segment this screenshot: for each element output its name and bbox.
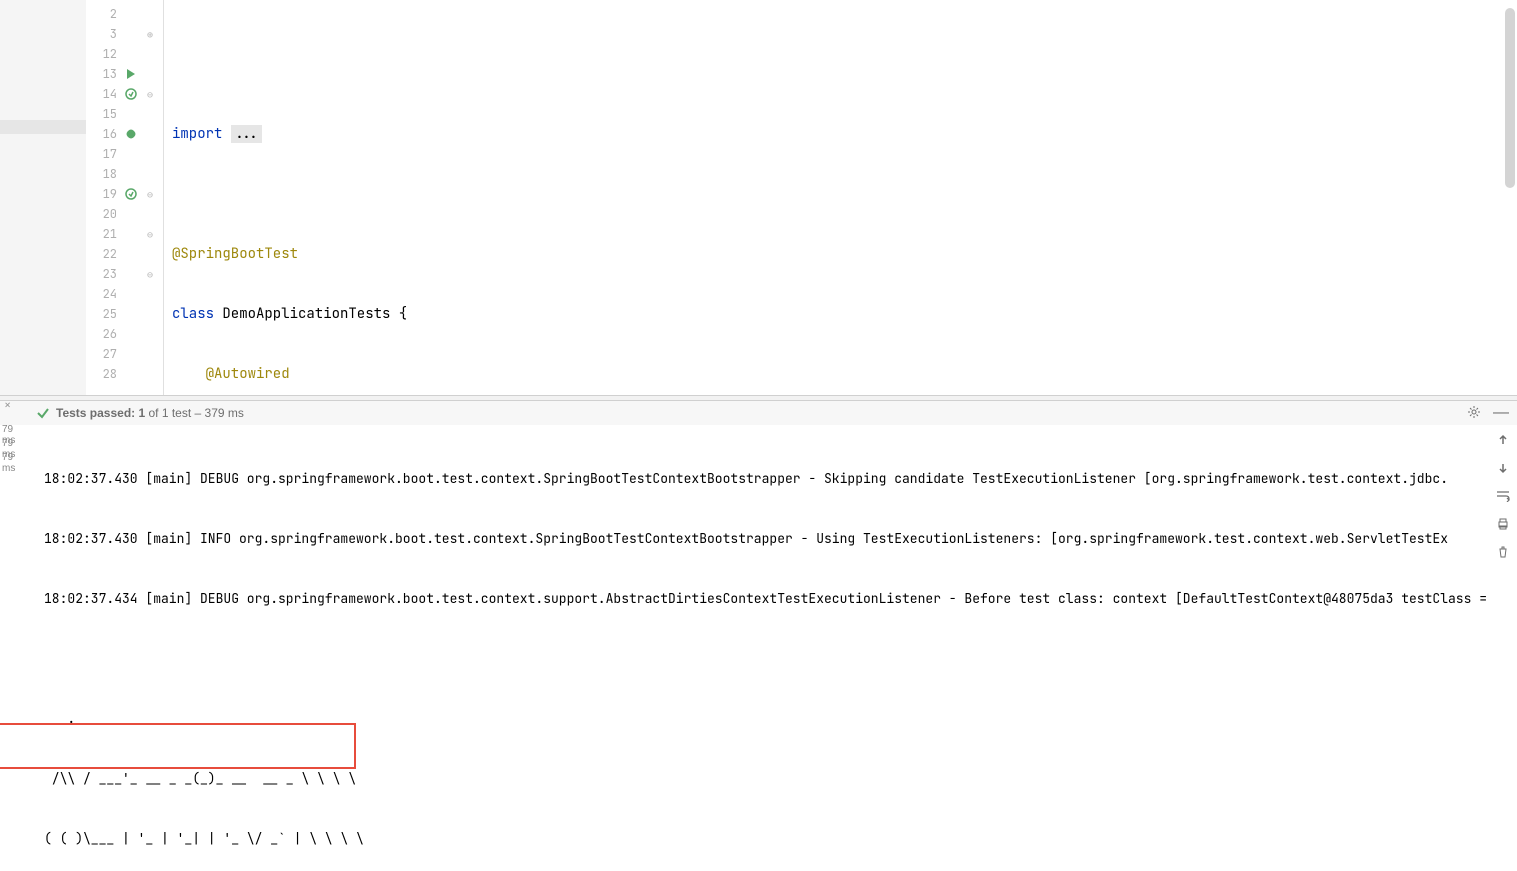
line-number: 23 (89, 266, 117, 282)
line-number: 22 (89, 246, 117, 262)
change-marker (0, 120, 86, 134)
settings-icon[interactable] (1467, 405, 1481, 422)
line-number: 28 (89, 366, 117, 382)
annotation: @Autowired (206, 365, 290, 383)
scrollbar-thumb[interactable] (1505, 8, 1515, 188)
minimize-icon[interactable]: — (1493, 404, 1509, 422)
test-status-detail: of 1 test – 379 ms (145, 406, 244, 420)
scroll-up-icon[interactable] (1495, 432, 1511, 448)
line-number: 14 (89, 86, 117, 102)
test-status-text: Tests passed: 1 (56, 406, 145, 420)
line-number: 16 (89, 126, 117, 142)
folded-dots[interactable]: ... (231, 125, 262, 143)
class-name: DemoApplicationTests { (222, 305, 407, 323)
fold-toggle[interactable]: ⊖ (143, 88, 157, 101)
line-number: 18 (89, 166, 117, 182)
close-icon[interactable]: × (4, 397, 14, 407)
line-number: 3 (89, 26, 117, 42)
editor-scrollbar[interactable] (1431, 0, 1517, 395)
log-line: 18:02:37.430 [main] DEBUG org.springfram… (44, 469, 1517, 489)
line-number: 17 (89, 146, 117, 162)
fold-toggle[interactable]: ⊖ (143, 268, 157, 281)
fold-toggle[interactable]: ⊕ (143, 28, 157, 41)
line-number: 27 (89, 346, 117, 362)
scroll-down-icon[interactable] (1495, 460, 1511, 476)
console-output[interactable]: 18:02:37.430 [main] DEBUG org.springfram… (0, 425, 1517, 845)
banner-line: ( ( )\___ | '_ | '_| | '_ \/ _` | \ \ \ … (44, 829, 1517, 845)
soft-wrap-icon[interactable] (1495, 488, 1511, 504)
code-editor[interactable]: import ... @SpringBootTest class DemoApp… (164, 0, 1517, 395)
annotation: @SpringBootTest (172, 245, 298, 263)
line-number: 24 (89, 286, 117, 302)
line-number: 13 (89, 66, 117, 82)
editor-left-margin (0, 0, 86, 395)
log-line: 18:02:37.434 [main] DEBUG org.springfram… (44, 589, 1517, 609)
run-test-gutter-icon[interactable] (121, 188, 141, 200)
line-number: 19 (89, 186, 117, 202)
editor-pane: 2 3 ⊕ 12 13 14 ⊖ 15 16 17 18 19 ⊖ 20 21 ⊖ 22… (0, 0, 1517, 395)
line-number: 15 (89, 106, 117, 122)
check-icon (36, 406, 50, 420)
clear-icon[interactable] (1495, 544, 1511, 560)
fold-toggle[interactable]: ⊖ (143, 228, 157, 241)
line-number: 26 (89, 326, 117, 342)
bean-gutter-icon[interactable] (121, 128, 141, 140)
log-line: 18:02:37.430 [main] INFO org.springframe… (44, 529, 1517, 549)
class-gutter-icon[interactable] (121, 88, 141, 100)
output-highlight-box (0, 723, 356, 769)
line-number: 21 (89, 226, 117, 242)
fold-toggle[interactable]: ⊖ (143, 188, 157, 201)
run-gutter-icon[interactable] (121, 68, 141, 80)
keyword: import (172, 125, 222, 143)
line-number: 25 (89, 306, 117, 322)
line-number: 20 (89, 206, 117, 222)
test-toolbar: Tests passed: 1 of 1 test – 379 ms — (0, 401, 1517, 425)
print-icon[interactable] (1495, 516, 1511, 532)
banner-line: . ____ _ __ _ _ (44, 709, 1517, 729)
console-toolbar (1489, 424, 1517, 560)
gutter: 2 3 ⊕ 12 13 14 ⊖ 15 16 17 18 19 ⊖ 20 21 ⊖ 22… (86, 0, 164, 395)
banner-line: /\\ / ___'_ __ _ _(_)_ __ __ _ \ \ \ \ (44, 769, 1517, 789)
line-number: 12 (89, 46, 117, 62)
keyword: class (172, 305, 214, 323)
line-number: 2 (89, 6, 117, 22)
